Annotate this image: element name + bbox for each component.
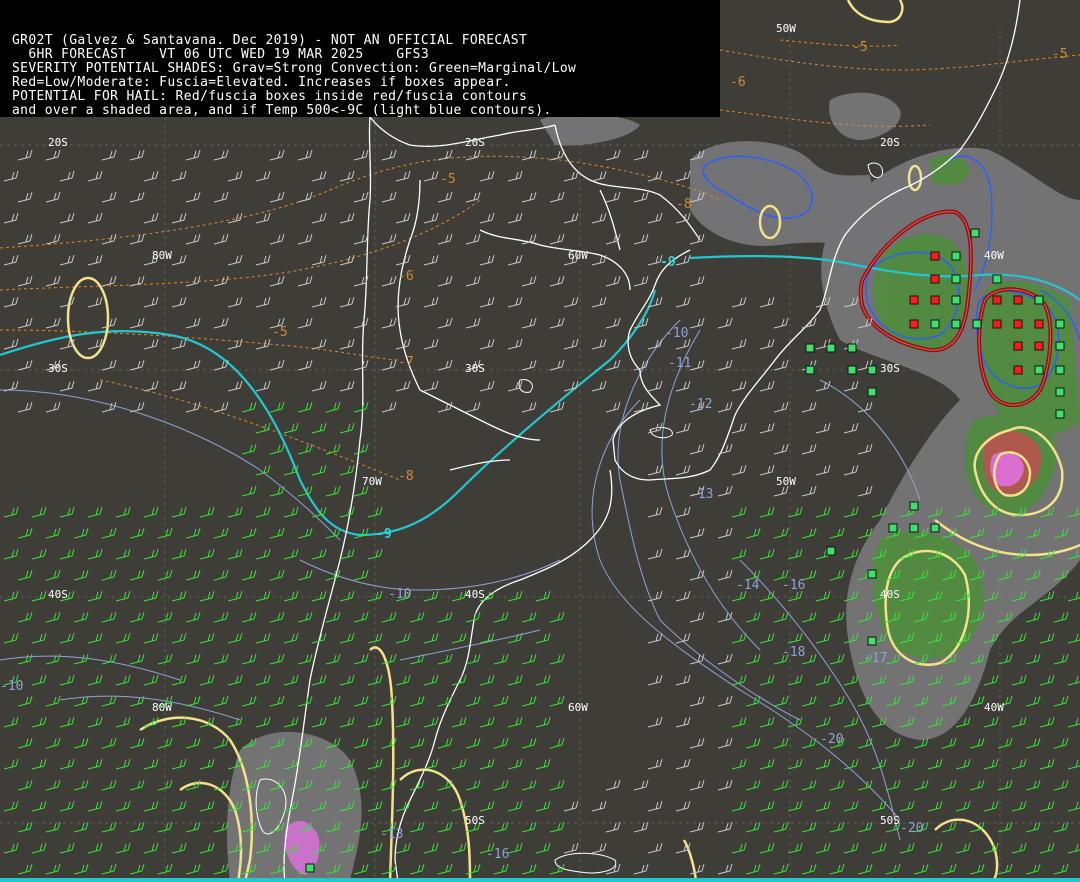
grid-label: 30S — [48, 362, 68, 375]
hail-box-green — [1055, 319, 1065, 329]
grid-label: 40W — [984, 249, 1004, 262]
grid-label: 80W — [152, 249, 172, 262]
grid-label: 30S — [465, 362, 485, 375]
grid-label: 50S — [465, 814, 485, 827]
hail-box-red — [992, 295, 1002, 305]
grid-label: 50S — [880, 814, 900, 827]
hail-box-red — [909, 295, 919, 305]
hail-box-red — [930, 251, 940, 261]
hail-box-red — [909, 319, 919, 329]
contour-label: -20 — [900, 821, 923, 836]
hail-box-green — [847, 343, 857, 353]
contour-label: -14 — [736, 578, 760, 593]
hail-box-green — [951, 251, 961, 261]
hail-box-green — [888, 523, 898, 533]
hail-box-green — [1034, 365, 1044, 375]
hail-box-red — [1034, 341, 1044, 351]
hail-box-green — [805, 365, 815, 375]
contour-label: -8 — [398, 469, 414, 484]
hail-box-green — [867, 636, 877, 646]
hail-box-green — [867, 387, 877, 397]
hail-box-green — [909, 523, 919, 533]
contour-label: -9 — [660, 255, 676, 270]
grid-label: 40W — [984, 701, 1004, 714]
contour-label: -16 — [486, 847, 509, 862]
hail-box-green — [305, 863, 315, 873]
weather-map: 50W 20S 20S 20S 80W 60W 40W 30S 30S 30S … — [0, 0, 1080, 882]
hail-box-green — [930, 319, 940, 329]
hail-box-green — [951, 319, 961, 329]
bottom-border — [0, 878, 1080, 882]
grid-label: 20S — [465, 136, 485, 149]
contour-label: -10 — [0, 679, 23, 694]
contour-label: -5 — [1052, 47, 1068, 62]
hail-box-green — [1034, 295, 1044, 305]
hail-box-green — [909, 501, 919, 511]
contour-label: -17 — [864, 651, 887, 666]
hail-box-green — [805, 343, 815, 353]
grid-label: 50W — [776, 22, 796, 35]
map-background — [0, 0, 1080, 882]
hail-box-red — [1013, 365, 1023, 375]
hail-box-red — [1013, 319, 1023, 329]
grid-label: 60W — [568, 701, 588, 714]
hail-box-green — [847, 365, 857, 375]
contour-label: -18 — [782, 645, 805, 660]
contour-label: -10 — [388, 587, 411, 602]
grid-label: 50W — [776, 475, 796, 488]
hail-box-green — [992, 274, 1002, 284]
grid-label: 40S — [48, 588, 68, 601]
header-forecast-time: 6HR FORECAST VT 06 UTC WED 19 MAR 2025 G… — [12, 47, 430, 62]
contour-label: -16 — [782, 578, 805, 593]
hail-box-green — [930, 523, 940, 533]
grid-label: 40S — [880, 588, 900, 601]
grid-label: 20S — [48, 136, 68, 149]
grid-label: 80W — [152, 701, 172, 714]
hail-box-green — [951, 274, 961, 284]
contour-label: -11 — [668, 356, 691, 371]
contour-label: -20 — [820, 732, 843, 747]
header-title: GR02T (Galvez & Santavana. Dec 2019) - N… — [12, 33, 528, 48]
contour-label: -9 — [376, 527, 392, 542]
grid-label: 30S — [880, 362, 900, 375]
contour-label: -10 — [665, 326, 688, 341]
hail-box-green — [1055, 409, 1065, 419]
hail-box-green — [1055, 387, 1065, 397]
hail-box-red — [930, 295, 940, 305]
grid-label: 60W — [568, 249, 588, 262]
contour-label: -13 — [690, 487, 713, 502]
hail-box-green — [970, 228, 980, 238]
contour-label: -7 — [398, 355, 414, 370]
contour-label: -8 — [676, 197, 692, 212]
hail-box-green — [972, 319, 982, 329]
contour-label: -12 — [689, 397, 712, 412]
contour-label: -6 — [730, 75, 746, 90]
hail-box-green — [867, 569, 877, 579]
header-hail-legend-2: and over a shaded area, and if Temp 500<… — [12, 103, 552, 118]
contour-label: -5 — [272, 325, 288, 340]
grid-label: 40S — [465, 588, 485, 601]
hail-box-red — [1034, 319, 1044, 329]
contour-label: -5 — [440, 172, 456, 187]
hail-box-green — [826, 343, 836, 353]
contour-label: -13 — [380, 827, 403, 842]
hail-box-red — [1013, 295, 1023, 305]
hail-box-green — [951, 295, 961, 305]
hail-box-red — [930, 274, 940, 284]
hail-box-red — [1013, 341, 1023, 351]
contour-label: -5 — [852, 40, 868, 55]
forecast-header: GR02T (Galvez & Santavana. Dec 2019) - N… — [0, 0, 720, 118]
hail-box-red — [992, 319, 1002, 329]
contour-label: -6 — [398, 269, 414, 284]
grid-label: 20S — [880, 136, 900, 149]
hail-box-green — [1055, 341, 1065, 351]
header-hail-legend: POTENTIAL FOR HAIL: Red/fuscia boxes ins… — [12, 89, 528, 104]
header-severity-legend-2: Red=Low/Moderate: Fuscia=Elevated. Incre… — [12, 75, 511, 90]
header-severity-legend: SEVERITY POTENTIAL SHADES: Grav=Strong C… — [12, 61, 577, 76]
hail-box-green — [1055, 365, 1065, 375]
hail-box-green — [826, 546, 836, 556]
grid-label: 70W — [362, 475, 382, 488]
hail-box-green — [867, 365, 877, 375]
